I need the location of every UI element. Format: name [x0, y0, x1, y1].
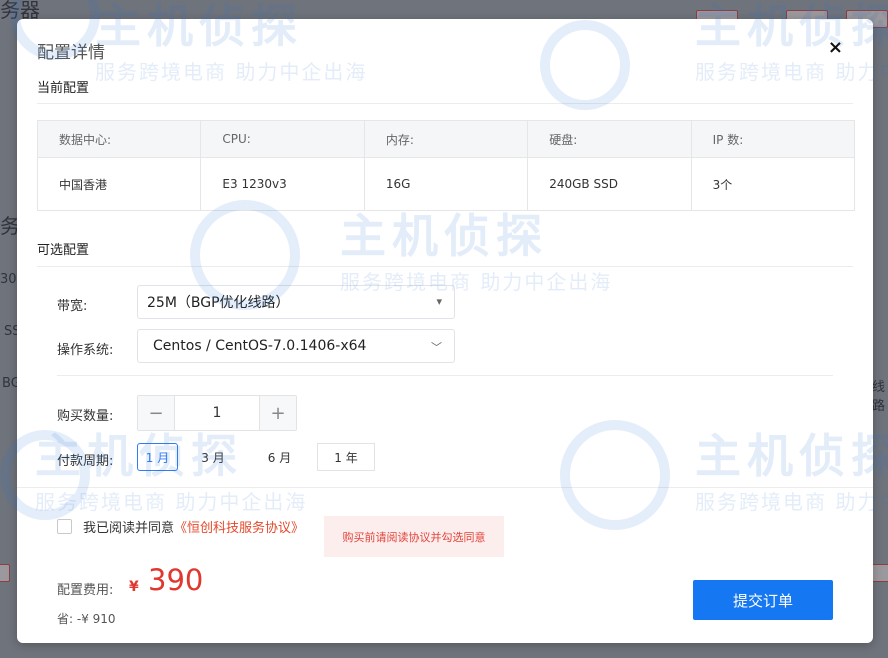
period-option-1-year[interactable]: 1 年	[317, 443, 375, 471]
spec-value-ip: 3个	[712, 177, 733, 192]
os-value: Centos / CentOS-7.0.1406-x64	[153, 338, 367, 354]
agreement-row: 我已阅读并同意 《恒创科技服务协议》	[57, 517, 304, 536]
os-label: 操作系统:	[57, 343, 114, 358]
spec-value-cpu: E3 1230v3	[201, 158, 365, 210]
spec-value-disk: 240GB SSD	[528, 158, 692, 210]
spec-header-datacenter: 数据中心:	[38, 121, 202, 157]
agreement-checkbox[interactable]	[57, 519, 72, 534]
caret-down-icon: ▾	[436, 295, 442, 308]
table-row: 中国香港 E3 1230v3 16G 240GB SSD 3个	[38, 158, 854, 210]
spec-table-header: 数据中心: CPU: 内存: 硬盘: IP 数:	[38, 121, 854, 158]
config-detail-dialog: 配置详情 × 当前配置 数据中心: CPU: 内存: 硬盘: IP 数: 中国香…	[17, 19, 873, 643]
os-select[interactable]: Centos / CentOS-7.0.1406-x64 ﹀	[137, 329, 455, 363]
close-icon[interactable]: ×	[828, 37, 843, 58]
current-config-heading: 当前配置	[37, 81, 90, 96]
fee-amount: 390	[148, 563, 204, 597]
fee-currency: ¥	[129, 579, 139, 595]
period-option-1-month[interactable]: 1 月	[137, 443, 178, 471]
agreement-warning: 购买前请阅读协议并勾选同意	[324, 516, 504, 557]
quantity-label: 购买数量:	[57, 409, 114, 424]
plus-icon[interactable]: +	[260, 396, 296, 430]
divider	[57, 375, 833, 376]
divider	[37, 103, 853, 104]
period-option-3-month[interactable]: 3 月	[187, 443, 239, 471]
period-label: 付款周期:	[57, 454, 114, 469]
bandwidth-value: 25M（BGP优化线路）	[147, 295, 290, 311]
agreement-link[interactable]: 《恒创科技服务协议》	[174, 517, 304, 536]
optional-config-heading: 可选配置	[37, 243, 90, 258]
spec-header-disk: 硬盘:	[528, 121, 692, 157]
period-option-6-month[interactable]: 6 月	[248, 443, 311, 471]
spec-value-datacenter: 中国香港	[38, 158, 202, 210]
spec-header-memory: 内存:	[365, 121, 529, 157]
chevron-down-icon: ﹀	[431, 341, 442, 354]
savings-text: 省: -¥ 910	[57, 612, 116, 626]
dialog-title: 配置详情	[37, 43, 105, 63]
divider	[37, 266, 853, 267]
bandwidth-select[interactable]: 25M（BGP优化线路） ▾	[137, 285, 455, 319]
spec-header-ip: IP 数:	[712, 132, 744, 147]
spec-value-memory: 16G	[365, 158, 529, 210]
agreement-text: 我已阅读并同意	[83, 521, 175, 536]
bandwidth-label: 带宽:	[57, 299, 88, 314]
spec-table: 数据中心: CPU: 内存: 硬盘: IP 数: 中国香港 E3 1230v3 …	[37, 120, 855, 211]
minus-icon[interactable]: −	[138, 396, 174, 430]
divider	[17, 487, 873, 488]
spec-header-cpu: CPU:	[201, 121, 365, 157]
quantity-input[interactable]: 1	[174, 396, 260, 430]
submit-order-button[interactable]: 提交订单	[693, 580, 833, 620]
fee-label: 配置费用:	[57, 583, 114, 598]
quantity-stepper: − 1 +	[137, 395, 297, 431]
